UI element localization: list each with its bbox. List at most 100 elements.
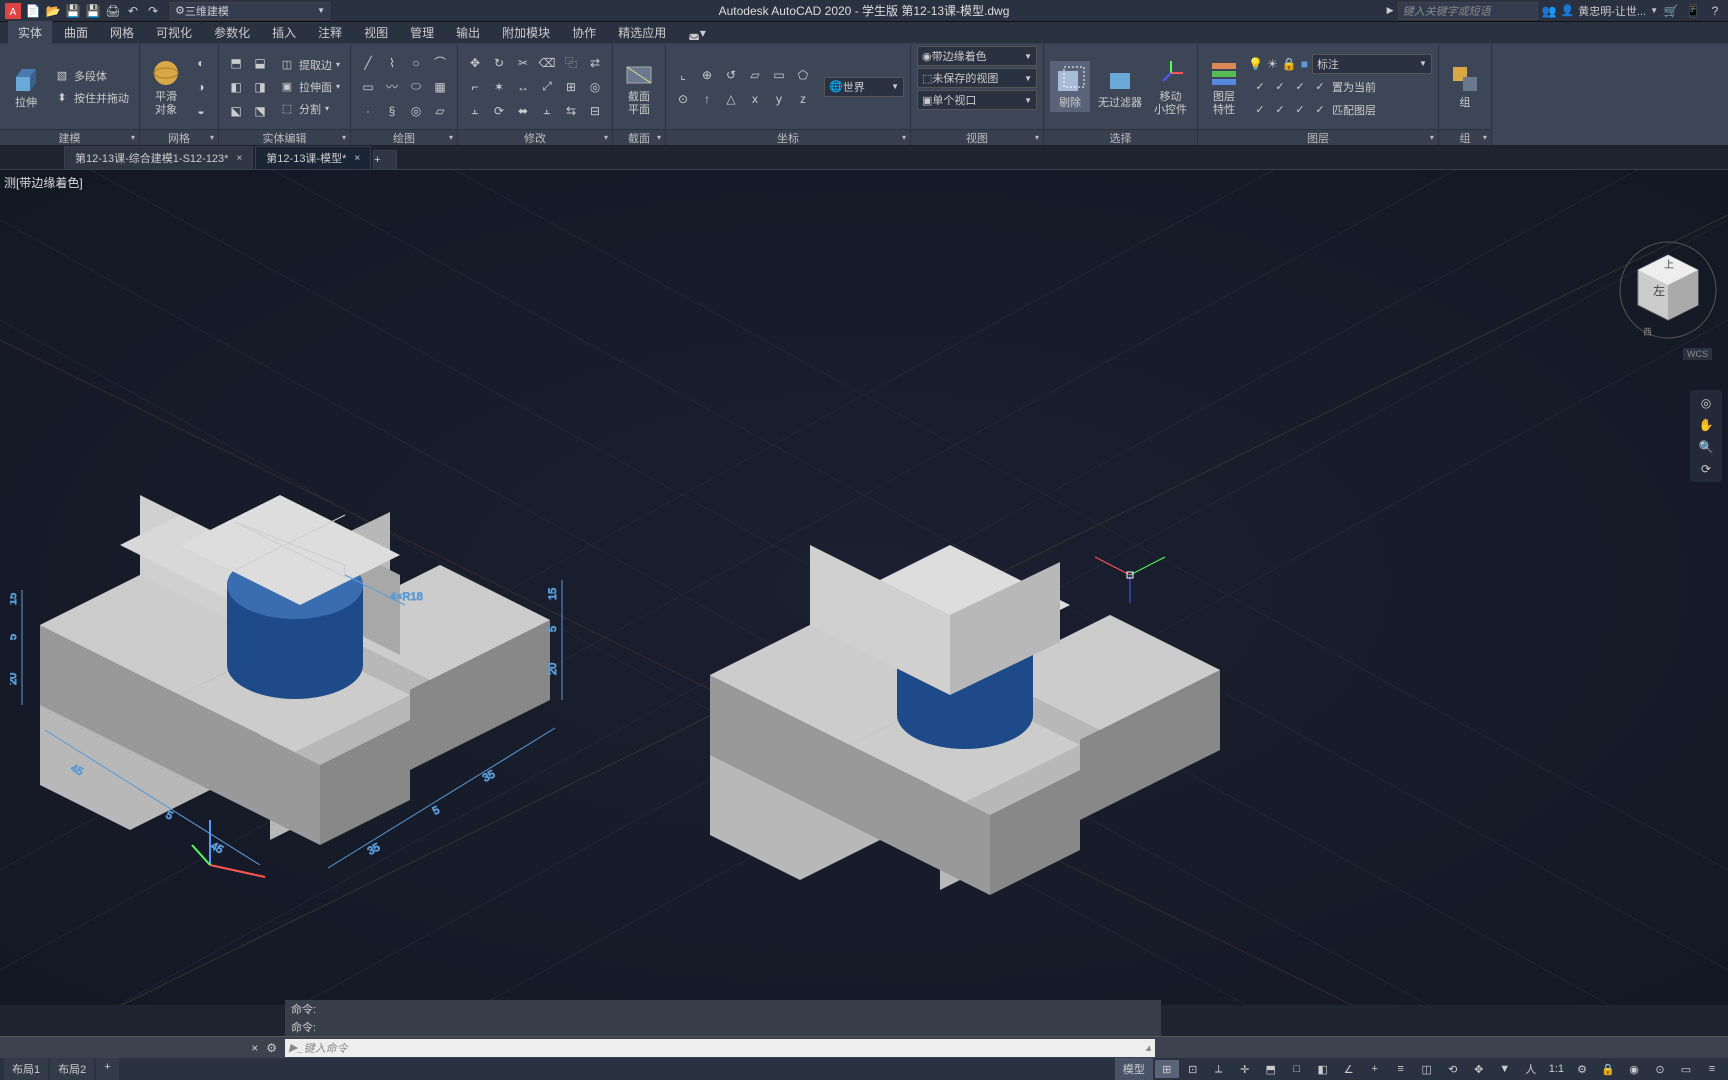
close-icon[interactable]: × — [236, 153, 242, 164]
cart-icon[interactable]: 🛒 — [1662, 2, 1680, 20]
tab-surface[interactable]: 曲面 — [54, 21, 98, 44]
viewcube[interactable]: 左 西 上 — [1618, 240, 1718, 340]
match-layer-button[interactable]: ✓✓✓✓匹配图层 — [1248, 100, 1432, 120]
grid-toggle-icon[interactable]: ⊞ — [1155, 1060, 1179, 1078]
mirror-icon[interactable]: ⇄ — [584, 52, 606, 74]
viewport-dropdown[interactable]: ▣单个视口▼ — [917, 90, 1037, 110]
help-icon[interactable]: ? — [1706, 2, 1724, 20]
tab-output[interactable]: 输出 — [446, 21, 490, 44]
transparency-icon[interactable]: ◫ — [1415, 1060, 1439, 1078]
dyn-input-icon[interactable]: + — [1363, 1060, 1387, 1078]
panel-expand-icon[interactable]: ▾ — [1430, 133, 1434, 142]
ucs-named-dropdown[interactable]: 🌐世界▼ — [824, 77, 904, 97]
explode-icon[interactable]: ✶ — [488, 76, 510, 98]
hardware-accel-icon[interactable]: ◉ — [1622, 1060, 1646, 1078]
copy-icon[interactable]: ⿻ — [560, 52, 582, 74]
search-input[interactable]: 键入关键字或短语 — [1398, 2, 1538, 20]
layer-dropdown[interactable]: 标注▼ — [1312, 54, 1432, 74]
lineweight-icon[interactable]: ≡ — [1389, 1060, 1413, 1078]
3drotate-icon[interactable]: ⟳ — [488, 100, 510, 122]
panel-expand-icon[interactable]: ▾ — [604, 133, 608, 142]
clean-screen-icon[interactable]: ▭ — [1674, 1060, 1698, 1078]
tab-featured[interactable]: 精选应用 — [608, 21, 676, 44]
people-icon[interactable]: 👥 — [1542, 4, 1557, 18]
no-filter-button[interactable]: 无过滤器 — [1094, 61, 1146, 111]
mesh-btn-3[interactable]: ◒ — [190, 100, 212, 122]
rect-icon[interactable]: ▭ — [357, 76, 379, 98]
customize-icon[interactable]: ≡ — [1700, 1060, 1724, 1078]
3dmove-icon[interactable]: ⬌ — [512, 100, 534, 122]
tab-mesh[interactable]: 网格 — [100, 21, 144, 44]
workspace-dropdown[interactable]: ⚙ 三维建模 ▼ — [170, 2, 330, 20]
orbit-icon[interactable]: ⟳ — [1694, 460, 1718, 478]
union-icon[interactable]: ⬒ — [225, 52, 247, 74]
annotation-scale-icon[interactable]: 人 — [1519, 1060, 1543, 1078]
panel-expand-icon[interactable]: ▾ — [1035, 133, 1039, 142]
mesh-btn-2[interactable]: ◑ — [190, 76, 212, 98]
qat-print-icon[interactable]: 🖨 — [104, 2, 122, 20]
qat-saveas-icon[interactable]: 💾 — [84, 2, 102, 20]
tab-visualize[interactable]: 可视化 — [146, 21, 202, 44]
3dosnap-icon[interactable]: ◧ — [1311, 1060, 1335, 1078]
scale-button[interactable]: 1:1 — [1545, 1060, 1568, 1078]
layout-tab-2[interactable]: 布局2 — [50, 1058, 94, 1080]
interfere-icon[interactable]: ◨ — [249, 76, 271, 98]
tab-solid[interactable]: 实体 — [8, 21, 52, 44]
circle-icon[interactable]: ○ — [405, 52, 427, 74]
panel-expand-icon[interactable]: ▾ — [449, 133, 453, 142]
steering-wheel-icon[interactable]: ◎ — [1694, 394, 1718, 412]
gizmo-icon[interactable]: ✥ — [1467, 1060, 1491, 1078]
model-space-button[interactable]: 模型 — [1115, 1058, 1153, 1080]
slice-icon[interactable]: ⬕ — [225, 100, 247, 122]
app-menu-button[interactable]: A — [4, 2, 22, 20]
remove-button[interactable]: 剔除 — [1050, 61, 1090, 111]
ucs-obj-icon[interactable]: ⬠ — [792, 64, 814, 86]
extract-edges-button[interactable]: ◫提取边▾ — [275, 55, 344, 75]
polysolid-button[interactable]: ▧多段体 — [50, 66, 133, 86]
panel-expand-icon[interactable]: ▾ — [902, 133, 906, 142]
polyline-icon[interactable]: ⌇ — [381, 52, 403, 74]
region-icon[interactable]: ▱ — [429, 100, 451, 122]
layout-tab-1[interactable]: 布局1 — [4, 1058, 48, 1080]
section-plane-button[interactable]: 截面 平面 — [619, 55, 659, 117]
ucs-prev-icon[interactable]: ↺ — [720, 64, 742, 86]
qat-redo-icon[interactable]: ↷ — [144, 2, 162, 20]
ucs-x-icon[interactable]: x — [744, 88, 766, 110]
tab-view[interactable]: 视图 — [354, 21, 398, 44]
ucs-z-icon[interactable]: z — [792, 88, 814, 110]
layer-props-button[interactable]: 图层 特性 — [1204, 55, 1244, 117]
user-menu[interactable]: 👤 黄忠明-让世... ▼ — [1561, 3, 1658, 19]
3dalign-icon[interactable]: ⫠ — [536, 100, 558, 122]
otrack-icon[interactable]: ∠ — [1337, 1060, 1361, 1078]
align-icon[interactable]: ⫠ — [464, 100, 486, 122]
cycling-icon[interactable]: ⟲ — [1441, 1060, 1465, 1078]
extrude-face-button[interactable]: ▣拉伸面▾ — [275, 77, 344, 97]
zoom-icon[interactable]: 🔍 — [1694, 438, 1718, 456]
play-icon[interactable]: ▶ — [1387, 5, 1394, 16]
extrude-button[interactable]: 拉伸 — [6, 61, 46, 111]
tab-annotate[interactable]: 注释 — [308, 21, 352, 44]
hatch-icon[interactable]: ▦ — [429, 76, 451, 98]
line-icon[interactable]: ╱ — [357, 52, 379, 74]
qat-open-icon[interactable]: 📂 — [44, 2, 62, 20]
annotation-icon[interactable]: 🔒 — [1596, 1060, 1620, 1078]
separate-button[interactable]: ⬚分割▾ — [275, 99, 344, 119]
tab-insert[interactable]: 插入 — [262, 21, 306, 44]
panel-expand-icon[interactable]: ▾ — [1483, 133, 1487, 142]
rotate-icon[interactable]: ↻ — [488, 52, 510, 74]
move-icon[interactable]: ✥ — [464, 52, 486, 74]
trim-icon[interactable]: ✂ — [512, 52, 534, 74]
ucs-icon[interactable]: ⌞ — [672, 64, 694, 86]
ucs-origin-icon[interactable]: ⊙ — [672, 88, 694, 110]
panel-expand-icon[interactable]: ▾ — [131, 133, 135, 142]
cmd-config-icon[interactable]: ⚙ — [266, 1041, 277, 1055]
3dmirror-icon[interactable]: ⇆ — [560, 100, 582, 122]
scale-icon[interactable]: ⤢ — [536, 76, 558, 98]
saved-view-dropdown[interactable]: ⬚未保存的视图▼ — [917, 68, 1037, 88]
erase-icon[interactable]: ⌫ — [536, 52, 558, 74]
layer-sun-icon[interactable]: ☀ — [1267, 57, 1278, 71]
qat-new-icon[interactable]: 📄 — [24, 2, 42, 20]
move-gizmo-button[interactable]: 移动 小控件 — [1150, 55, 1191, 117]
isolate-icon[interactable]: ⊙ — [1648, 1060, 1672, 1078]
tab-addins[interactable]: 附加模块 — [492, 21, 560, 44]
